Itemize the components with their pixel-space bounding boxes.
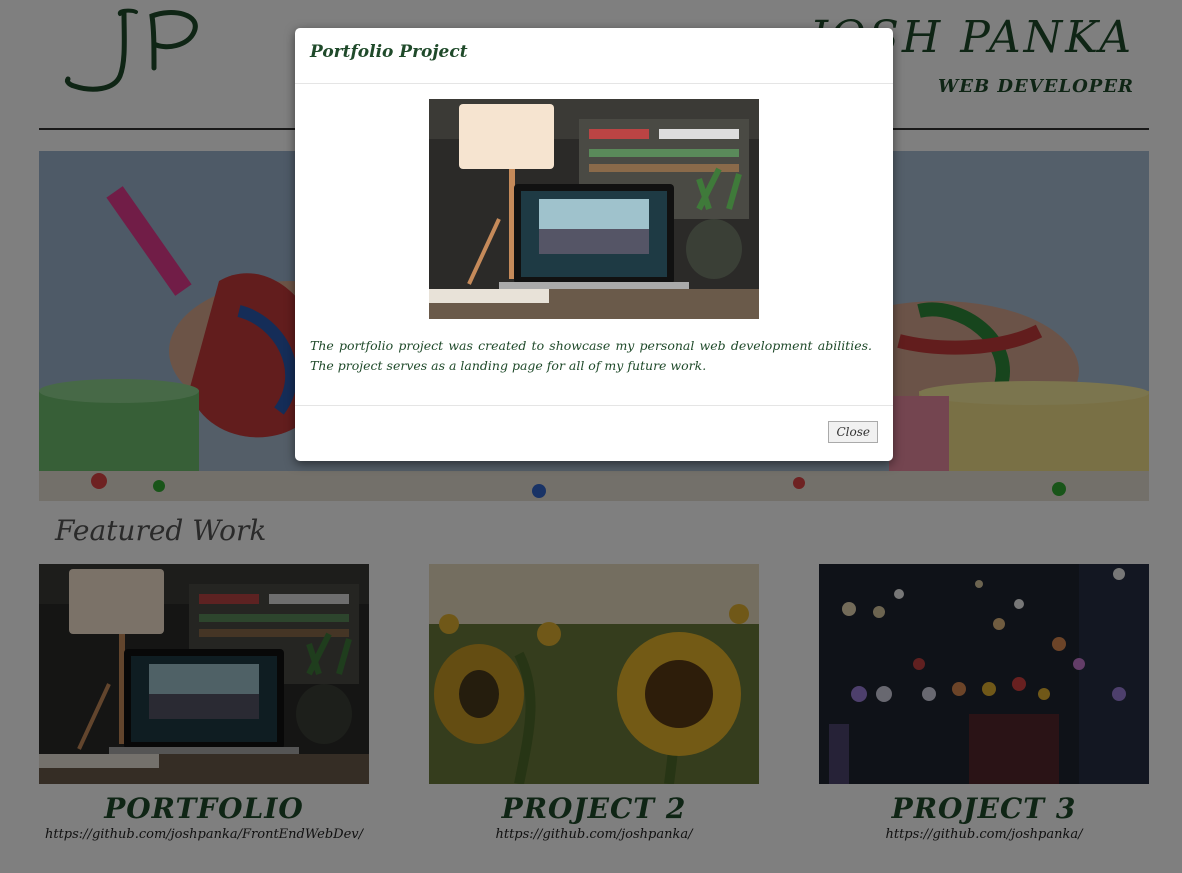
modal-project-image (429, 99, 759, 319)
page: JOSH PANKA WEB DEVELOPER (0, 0, 1182, 873)
project-modal: Portfolio Project The portfolio project … (295, 28, 893, 461)
modal-body: The portfolio project was created to sho… (295, 84, 893, 405)
modal-header: Portfolio Project (295, 28, 893, 84)
laptop-desk-illustration (429, 99, 759, 319)
modal-title: Portfolio Project (310, 42, 468, 62)
modal-footer: Close (295, 405, 893, 461)
modal-description: The portfolio project was created to sho… (310, 338, 872, 373)
close-button[interactable]: Close (828, 421, 878, 443)
